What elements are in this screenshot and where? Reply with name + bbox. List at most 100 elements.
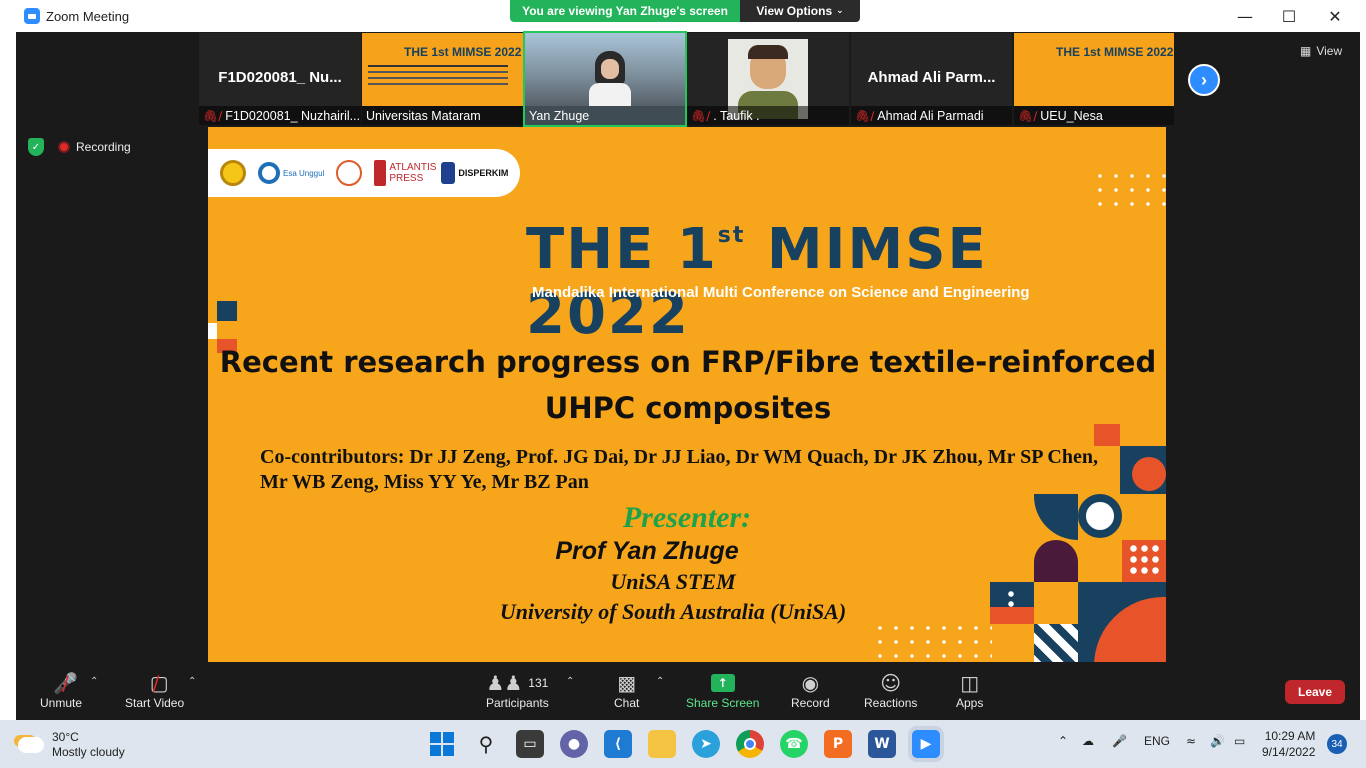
avatar-hair (748, 45, 788, 59)
participant-name: UEU_Nesa (1040, 108, 1103, 123)
disperkim-logo: DISPERKIM (441, 162, 508, 184)
participant-tile-active-speaker[interactable]: Yan Zhuge (523, 31, 687, 127)
participant-tile[interactable]: F1D020081_ Nu... 🖇∕ F1D020081_ Nuzhairil.… (199, 33, 361, 125)
participant-tile[interactable]: THE 1st MIMSE 2022 🖇∕ UEU_Nesa (1014, 33, 1174, 125)
clock-time: 10:29 AM (1264, 729, 1316, 743)
audio-options-caret-icon[interactable]: ⌃ (90, 676, 98, 687)
start-video-button[interactable]: ▢ ∕ Start Video (125, 670, 184, 710)
window-right-edge (1360, 32, 1366, 720)
conference-subtitle: Mandalika International Multi Conference… (532, 284, 1030, 301)
meeting-toolbar: 🎤 ∕ Unmute ⌃ ▢ ∕ Start Video ⌃ ♟♟ 131 Parti… (16, 662, 1360, 718)
recording-indicator[interactable]: Recording (58, 140, 131, 154)
participant-tile[interactable]: Ahmad Ali Parm... 🖇∕ Ahmad Ali Parmadi (851, 33, 1012, 125)
decor-square (1094, 424, 1120, 446)
view-options-button[interactable]: View Options ⌄ (740, 0, 860, 22)
unmute-label: Unmute (40, 696, 83, 710)
pdf-reader-icon[interactable]: P (824, 730, 852, 758)
encryption-shield-icon[interactable]: ✓ (28, 138, 44, 156)
mini-slide-text-lines (368, 65, 508, 67)
reactions-smiley-icon: ☺ (880, 671, 902, 695)
participant-label: 🖇∕. Taufik . (687, 106, 849, 125)
show-hidden-icons-chevron[interactable]: ⌃ (1058, 734, 1068, 748)
share-screen-icon: ↑ (710, 674, 735, 692)
leave-button[interactable]: Leave (1285, 680, 1345, 704)
share-screen-button[interactable]: ↑ Share Screen (686, 670, 759, 710)
record-label: Record (791, 696, 830, 710)
participant-label: Yan Zhuge (525, 106, 685, 125)
windows-taskbar: 30°C Mostly cloudy ⚲ ▭ ● ⟨ ➤ ☎ P W ▶ ⌃ ☁… (0, 720, 1366, 768)
reactions-button[interactable]: ☺ Reactions (864, 670, 917, 710)
mini-slide-title: THE 1st MIMSE 2022 (1056, 45, 1174, 59)
microphone-muted-icon: 🎤 ∕ (53, 671, 79, 695)
input-language[interactable]: ENG (1144, 734, 1170, 748)
participant-name: . Taufik . (713, 108, 760, 123)
share-screen-icon-wrap: ↑ (710, 670, 735, 696)
mini-slide-thumbnail: THE 1st MIMSE 2022 (362, 33, 523, 106)
system-clock[interactable]: 10:29 AM 9/14/2022 (1262, 728, 1315, 760)
participant-tile[interactable]: 🖇∕. Taufik . (687, 33, 849, 125)
viewing-screen-banner: You are viewing Yan Zhuge's screen (510, 0, 740, 22)
word-icon[interactable]: W (868, 730, 896, 758)
minimize-button[interactable]: — (1222, 0, 1268, 32)
participant-name: F1D020081_ Nuzhairil... (225, 108, 361, 123)
conference-title: THE 1st MIMSE 2022 (526, 217, 1166, 347)
weather-widget[interactable]: 30°C Mostly cloudy (18, 730, 125, 760)
close-button[interactable]: ✕ (1312, 0, 1358, 32)
participant-video (525, 33, 685, 106)
maximize-button[interactable]: ☐ (1266, 0, 1312, 32)
zoom-taskbar-icon[interactable]: ▶ (912, 730, 940, 758)
weather-temperature: 30°C (52, 730, 79, 744)
participant-big-name: F1D020081_ Nu... (218, 69, 342, 86)
vscode-icon[interactable]: ⟨ (604, 730, 632, 758)
telegram-icon[interactable]: ➤ (692, 730, 720, 758)
decor-stripes (1034, 624, 1078, 666)
recording-dot-icon (58, 141, 70, 153)
teams-chat-icon[interactable]: ● (560, 730, 588, 758)
participant-name: Yan Zhuge (529, 108, 590, 123)
file-explorer-icon[interactable] (648, 730, 676, 758)
presenter-label: Presenter: (622, 501, 752, 534)
weather-text: 30°C Mostly cloudy (52, 730, 125, 760)
volume-icon[interactable]: 🔊 (1210, 734, 1225, 748)
window-left-edge (0, 32, 16, 720)
chat-button[interactable]: ▩ Chat (614, 670, 639, 710)
battery-icon[interactable]: ▭ (1234, 734, 1245, 748)
wifi-icon[interactable]: ≈ (1186, 734, 1196, 748)
notification-badge[interactable]: 34 (1327, 734, 1347, 754)
record-button[interactable]: ◉ Record (791, 670, 830, 710)
microphone-icon[interactable]: 🎤 (1112, 734, 1127, 748)
next-page-arrow-icon[interactable]: › (1188, 64, 1220, 96)
onedrive-cloud-icon[interactable]: ☁ (1082, 734, 1094, 748)
task-view-icon[interactable]: ▭ (516, 730, 544, 758)
view-button-label: View (1316, 44, 1343, 58)
mic-muted-icon: 🖇∕ (1018, 108, 1038, 123)
sponsor-logo-bar: Esa Unggul ATLANTIS PRESS DISPERKIM (208, 149, 520, 197)
mini-slide-title: THE 1st MIMSE 2022 (404, 45, 522, 59)
clock-date: 9/14/2022 (1262, 745, 1316, 759)
decor-block (1078, 540, 1122, 582)
reactions-label: Reactions (864, 696, 918, 710)
participant-body (589, 83, 631, 106)
participants-options-caret-icon[interactable]: ⌃ (566, 676, 574, 687)
record-icon: ◉ (801, 671, 820, 695)
chrome-icon[interactable] (736, 730, 764, 758)
apps-button[interactable]: ◫ Apps (956, 670, 983, 710)
participant-label: 🖇∕ F1D020081_ Nuzhairil... (199, 106, 361, 125)
whatsapp-icon[interactable]: ☎ (780, 730, 808, 758)
zoom-app-icon (24, 8, 40, 24)
unmute-button[interactable]: 🎤 ∕ Unmute (40, 670, 82, 710)
mic-muted-icon: 🖇∕ (203, 108, 223, 123)
video-options-caret-icon[interactable]: ⌃ (188, 676, 196, 687)
participant-tile[interactable]: THE 1st MIMSE 2022 Universitas Mataram (362, 33, 523, 125)
windows-start-icon[interactable] (428, 730, 456, 758)
decor-square (217, 301, 237, 321)
apps-label: Apps (956, 696, 984, 710)
university-seal-logo (220, 160, 246, 186)
decor-dots (1128, 543, 1160, 575)
search-icon[interactable]: ⚲ (472, 730, 500, 758)
view-button[interactable]: ▦ View (1300, 44, 1342, 58)
mandalika-logo (336, 160, 363, 186)
chat-options-caret-icon[interactable]: ⌃ (656, 676, 664, 687)
participants-count: 131 (528, 676, 549, 690)
participants-button[interactable]: ♟♟ 131 Participants (486, 670, 549, 710)
